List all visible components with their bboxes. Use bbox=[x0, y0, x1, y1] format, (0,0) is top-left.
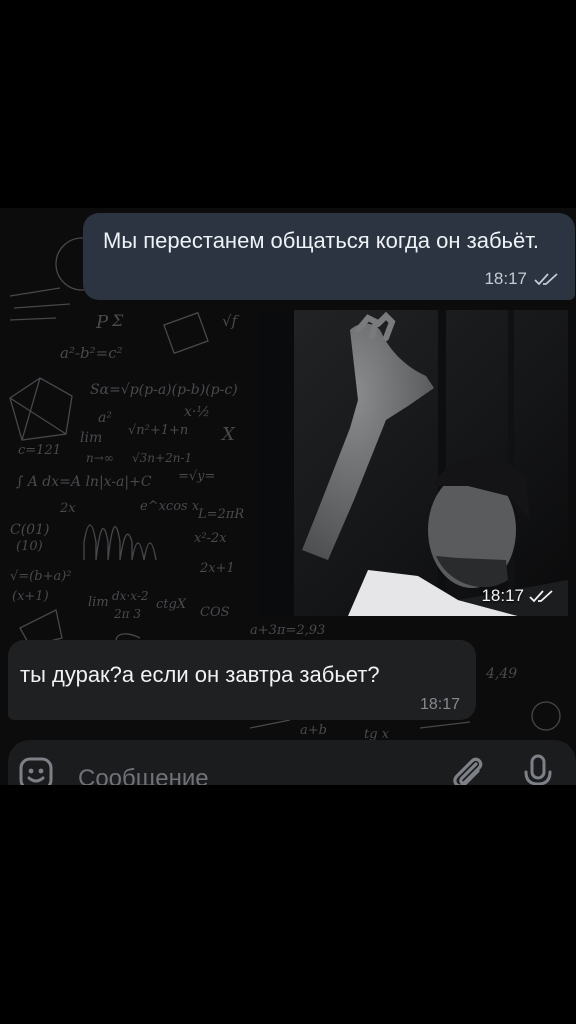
svg-text:√3n+2n-1: √3n+2n-1 bbox=[132, 451, 192, 465]
svg-text:C(01): C(01) bbox=[10, 522, 49, 538]
svg-text:2π 3: 2π 3 bbox=[113, 607, 141, 621]
emoji-icon[interactable] bbox=[18, 756, 54, 785]
svg-text:x²-2x: x²-2x bbox=[194, 531, 227, 546]
svg-text:Sα=√p(p-a)(p-b)(p-c): Sα=√p(p-a)(p-b)(p-c) bbox=[90, 382, 238, 398]
svg-text:√f: √f bbox=[222, 312, 240, 330]
media-message[interactable]: 18:17 bbox=[258, 310, 568, 616]
svg-text:X: X bbox=[220, 424, 236, 445]
double-check-icon bbox=[529, 590, 553, 603]
svg-text:2x: 2x bbox=[59, 501, 76, 516]
svg-text:(10): (10) bbox=[16, 539, 43, 554]
svg-text:c=121: c=121 bbox=[18, 443, 61, 458]
svg-text:lim: lim bbox=[88, 595, 109, 610]
svg-text:P: P bbox=[95, 312, 109, 333]
svg-text:4,49: 4,49 bbox=[485, 666, 517, 682]
outgoing-message[interactable]: Мы перестанем общаться когда он забьёт. … bbox=[83, 213, 575, 300]
svg-text:lim: lim bbox=[80, 430, 102, 446]
svg-text:n→∞: n→∞ bbox=[86, 451, 114, 465]
incoming-message[interactable]: ты дурак?а если он завтра забьет? 18:17 bbox=[8, 640, 476, 720]
svg-text:ctgX: ctgX bbox=[156, 597, 187, 612]
svg-text:√=(b+a)²: √=(b+a)² bbox=[10, 569, 72, 584]
media-image bbox=[258, 310, 568, 616]
chat-area[interactable]: P Σ √f a²-b²=c² Sα=√p(p-a)(p-b)(p-c) a² … bbox=[0, 208, 576, 785]
double-check-icon bbox=[534, 273, 558, 286]
incoming-message-time: 18:17 bbox=[419, 696, 460, 713]
svg-text:L=2πR: L=2πR bbox=[197, 507, 244, 522]
media-message-meta: 18:17 bbox=[481, 586, 554, 606]
svg-text:√n²+1+n: √n²+1+n bbox=[128, 423, 188, 438]
svg-text:e^xcos x: e^xcos x bbox=[140, 499, 200, 514]
message-input[interactable] bbox=[78, 764, 438, 785]
outgoing-message-time: 18:17 bbox=[484, 269, 527, 288]
svg-text:a²: a² bbox=[98, 410, 112, 426]
svg-text:dx·x-2: dx·x-2 bbox=[112, 589, 149, 603]
paperclip-icon[interactable] bbox=[448, 752, 488, 785]
microphone-icon[interactable] bbox=[523, 752, 553, 785]
svg-text:a²-b²=c²: a²-b²=c² bbox=[60, 344, 123, 362]
outgoing-message-text: Мы перестанем общаться когда он забьёт. bbox=[103, 228, 540, 253]
message-composer bbox=[8, 740, 576, 785]
svg-text:Σ: Σ bbox=[111, 311, 124, 330]
incoming-message-text: ты дурак?а если он завтра забьет? bbox=[20, 662, 380, 687]
svg-text:COS: COS bbox=[200, 605, 230, 620]
svg-text:x·½: x·½ bbox=[184, 404, 210, 420]
media-message-time: 18:17 bbox=[481, 586, 524, 605]
svg-text:(x+1): (x+1) bbox=[12, 589, 49, 604]
svg-text:2x+1: 2x+1 bbox=[199, 561, 235, 576]
svg-text:∫ A dx=A ln|x-a|+C: ∫ A dx=A ln|x-a|+C bbox=[16, 474, 152, 490]
outgoing-message-meta: 18:17 bbox=[484, 269, 559, 289]
svg-text:a+3π=2,93: a+3π=2,93 bbox=[250, 623, 325, 638]
svg-text:=√y=: =√y= bbox=[178, 469, 215, 484]
screen: P Σ √f a²-b²=c² Sα=√p(p-a)(p-b)(p-c) a² … bbox=[0, 0, 576, 1024]
svg-text:a+b: a+b bbox=[300, 723, 327, 738]
